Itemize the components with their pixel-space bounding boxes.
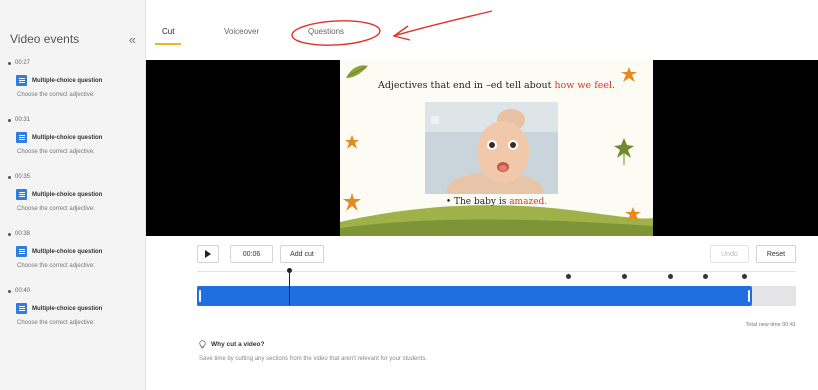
event-prompt: Choose the correct adjective: [17, 149, 95, 155]
event-type: Multiple-choice question [32, 248, 103, 255]
playhead-knob[interactable] [287, 268, 292, 273]
event-item[interactable]: 00:27 Multiple-choice question Choose th… [0, 58, 146, 115]
event-card[interactable]: Multiple-choice question Choose the corr… [16, 189, 140, 212]
list-icon [16, 132, 27, 143]
bullet-icon [8, 61, 11, 65]
event-item[interactable]: 00:35 Multiple-choice question Choose th… [0, 172, 146, 229]
question-marker[interactable] [742, 274, 747, 279]
list-icon [16, 246, 27, 257]
list-icon [16, 75, 27, 86]
bullet-icon [8, 118, 11, 122]
undo-button[interactable]: Undo [710, 245, 749, 263]
question-marker[interactable] [566, 274, 571, 279]
event-card[interactable]: Multiple-choice question Choose the corr… [16, 246, 140, 269]
play-button[interactable] [197, 245, 219, 263]
event-type: Multiple-choice question [32, 134, 103, 141]
event-type: Multiple-choice question [32, 77, 103, 84]
event-type: Multiple-choice question [32, 305, 103, 312]
slide-frame: Adjectives that end in –ed tell about ho… [340, 60, 653, 236]
editor-tabs: Cut Voiceover Questions [146, 20, 818, 48]
active-tab-indicator [155, 43, 181, 45]
current-time-field[interactable]: 00:06 [230, 245, 273, 263]
leaf-icon [614, 138, 634, 165]
video-player[interactable]: Adjectives that end in –ed tell about ho… [146, 60, 818, 236]
question-marker[interactable] [622, 274, 627, 279]
event-time: 00:27 [15, 60, 31, 66]
event-time: 00:40 [15, 288, 31, 294]
tip-title: Why cut a video? [211, 341, 265, 348]
video-events-sidebar: Video events « 00:27 Multiple-choice que… [0, 0, 146, 390]
leaf-icon [345, 135, 359, 149]
playhead[interactable] [289, 271, 290, 305]
kept-segment[interactable] [197, 286, 752, 306]
event-prompt: Choose the correct adjective: [17, 320, 95, 326]
leaf-icon [346, 65, 368, 78]
sidebar-header: Video events « [10, 31, 136, 47]
event-item[interactable]: 00:31 Multiple-choice question Choose th… [0, 115, 146, 172]
list-icon [16, 189, 27, 200]
leaf-icon [625, 207, 641, 222]
reset-button[interactable]: Reset [756, 245, 796, 263]
event-time: 00:38 [15, 231, 31, 237]
event-prompt: Choose the correct adjective: [17, 92, 95, 98]
tip-description: Save time by cutting any sections from t… [199, 356, 427, 362]
double-chevron-left-icon[interactable]: « [129, 33, 136, 46]
lightbulb-icon [199, 340, 206, 349]
tip-header: Why cut a video? [199, 340, 264, 349]
event-time: 00:35 [15, 174, 31, 180]
bullet-icon [8, 289, 11, 293]
event-card[interactable]: Multiple-choice question Choose the corr… [16, 75, 140, 98]
event-card[interactable]: Multiple-choice question Choose the corr… [16, 132, 140, 155]
add-cut-button[interactable]: Add cut [280, 245, 324, 263]
event-prompt: Choose the correct adjective: [17, 206, 95, 212]
total-new-time: Total new time 00:41 [745, 322, 796, 328]
slide-caption: • The baby is amazed. [445, 197, 548, 207]
bullet-icon [8, 175, 11, 179]
event-time: 00:31 [15, 117, 31, 123]
question-marker[interactable] [703, 274, 708, 279]
event-prompt: Choose the correct adjective: [17, 263, 95, 269]
sidebar-title: Video events [10, 32, 80, 46]
play-icon [205, 250, 211, 258]
event-item[interactable]: 00:38 Multiple-choice question Choose th… [0, 229, 146, 286]
bullet-icon [8, 232, 11, 236]
list-icon [16, 303, 27, 314]
event-card[interactable]: Multiple-choice question Choose the corr… [16, 303, 140, 326]
trim-handle-end[interactable] [748, 290, 750, 302]
question-marker[interactable] [668, 274, 673, 279]
trim-handle-start[interactable] [199, 290, 201, 302]
tab-cut[interactable]: Cut [162, 27, 174, 36]
event-type: Multiple-choice question [32, 191, 103, 198]
event-item[interactable]: 00:40 Multiple-choice question Choose th… [0, 286, 146, 343]
baby-photo [425, 102, 558, 194]
event-list: 00:27 Multiple-choice question Choose th… [0, 58, 146, 343]
slide-title: Adjectives that end in –ed tell about ho… [377, 80, 616, 91]
tab-questions[interactable]: Questions [308, 27, 344, 36]
tab-voiceover[interactable]: Voiceover [224, 27, 259, 36]
